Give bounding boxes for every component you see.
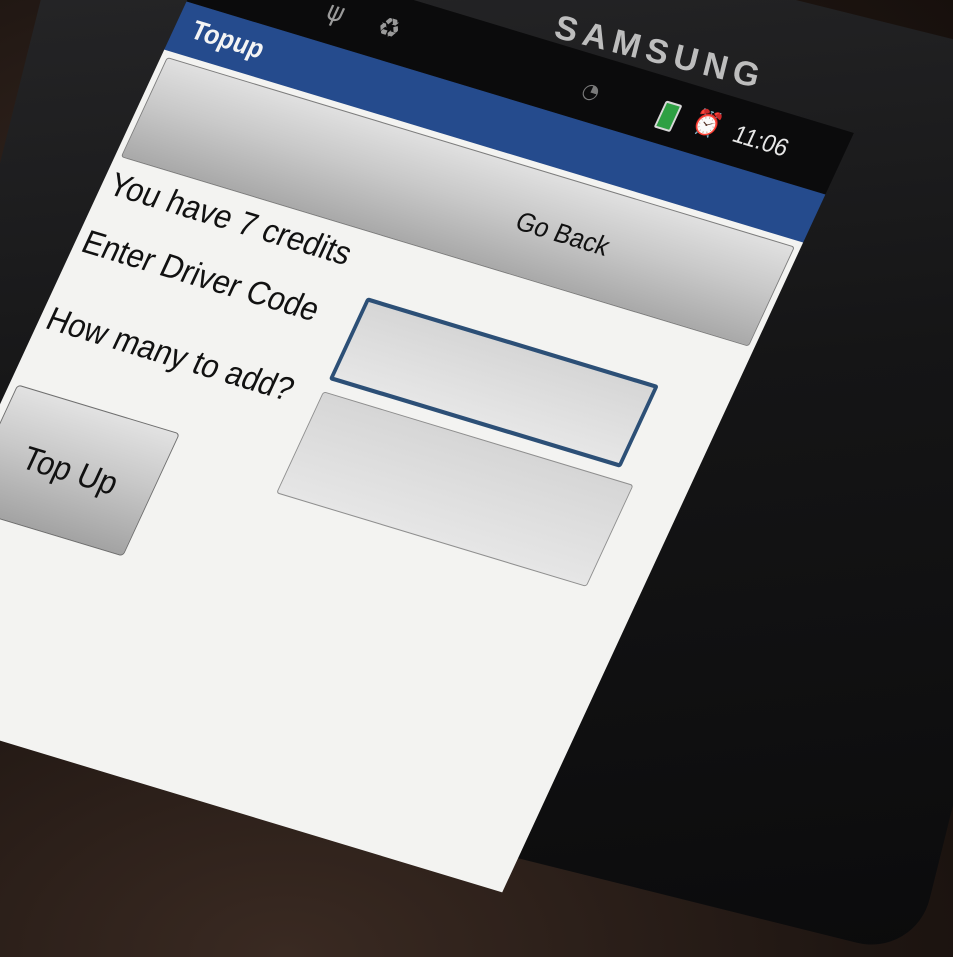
how-many-label: How many to add? — [40, 299, 301, 408]
usb-icon: ψ — [321, 0, 351, 30]
status-time: 11:06 — [727, 120, 794, 163]
alarm-icon: ⏰ — [687, 106, 728, 142]
top-up-button[interactable]: Top Up — [0, 384, 180, 557]
wifi-icon: ◔ — [577, 76, 605, 105]
recycle-icon: ♻ — [371, 11, 407, 47]
battery-charging-icon — [653, 100, 683, 133]
